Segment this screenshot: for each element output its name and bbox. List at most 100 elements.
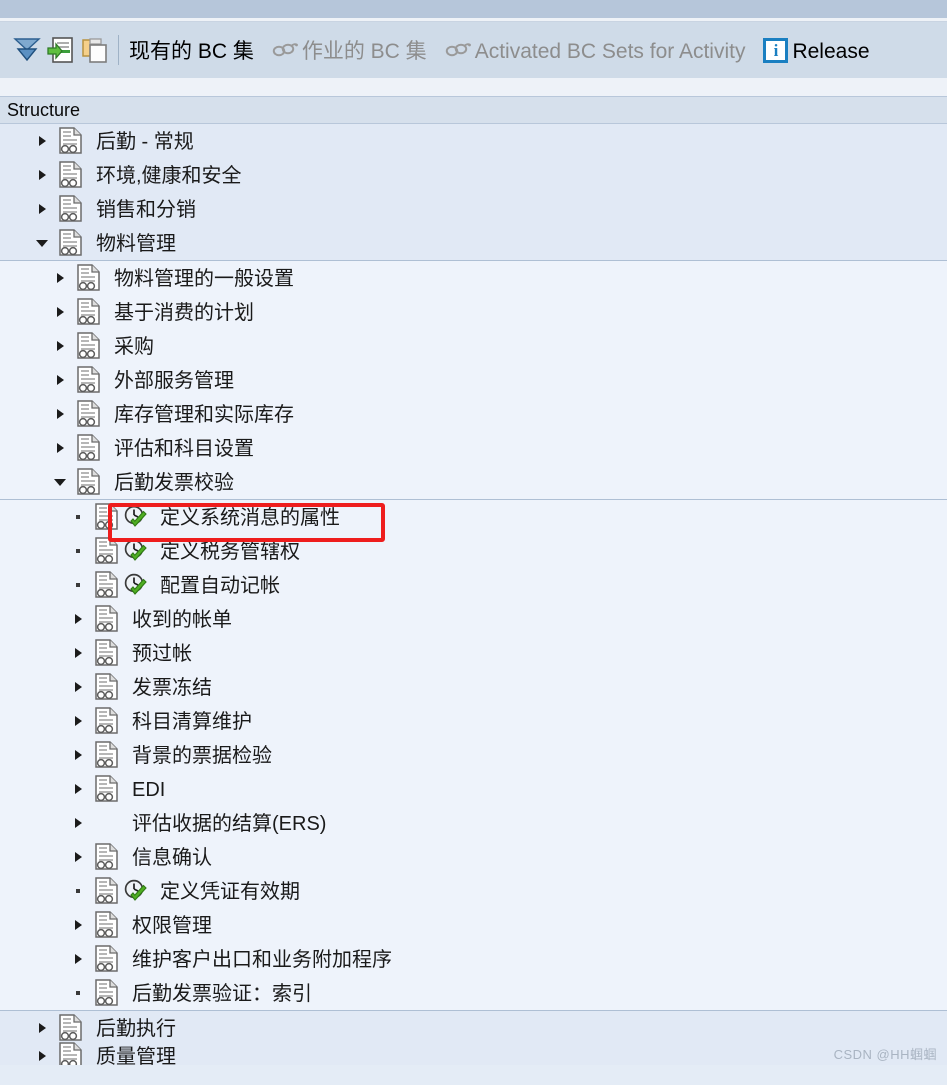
tree-row[interactable]: EDI [0,772,947,806]
expand-arrow-icon[interactable] [70,818,86,828]
tree-row[interactable]: 发票冻结 [0,670,947,704]
csdn-watermark: CSDN @HH蝈蝈 [833,1047,937,1062]
expand-arrow-icon[interactable] [34,1023,50,1033]
tree-row[interactable]: 基于消费的计划 [0,295,947,329]
img-node-document-icon [94,605,120,633]
tree-row[interactable]: 环境,健康和安全 [0,158,947,192]
tree-row-label: 定义系统消息的属性 [160,507,340,529]
tree-row[interactable]: 物料管理的一般设置 [0,261,947,295]
expand-arrow-icon[interactable] [34,170,50,180]
executed-activity-clock-check-icon[interactable] [122,878,148,904]
collapse-arrow-icon[interactable] [52,478,68,486]
img-node-document-icon [76,400,102,428]
expand-arrow-icon[interactable] [70,920,86,930]
structure-column-header[interactable]: Structure [0,96,947,124]
tree-row-label: 定义税务管辖权 [160,541,300,563]
structure-header-title: Structure [7,99,81,120]
tree-row-label: 质量管理 [96,1046,176,1068]
existing-bc-sets-button[interactable]: 现有的 BC 集 [129,39,254,63]
tree-row[interactable]: 后勤 - 常规 [0,124,947,158]
img-node-document-icon [76,366,102,394]
release-notes-button[interactable]: i Release [763,37,870,63]
expand-arrow-icon[interactable] [52,409,68,419]
tree-row[interactable]: 配置自动记帐 [0,568,947,602]
img-node-document-icon [76,298,102,326]
tree-row[interactable]: 背景的票据检验 [0,738,947,772]
active-bc-sets-button[interactable]: 作业的 BC 集 [272,39,427,63]
expand-arrow-icon[interactable] [70,682,86,692]
img-node-document-icon [58,1014,84,1042]
tree-row[interactable]: 外部服务管理 [0,363,947,397]
tree-row-label: 物料管理 [96,233,176,255]
tree-row-label: EDI [132,779,166,801]
active-bc-sets-label: 作业的 BC 集 [301,39,427,63]
executed-activity-clock-check-icon[interactable] [122,572,148,598]
tree-row[interactable]: 后勤发票验证：索引 [0,976,947,1011]
expand-arrow-icon[interactable] [70,852,86,862]
expand-arrow-icon[interactable] [70,750,86,760]
copy-paste-icon[interactable] [78,32,112,68]
tree-row-label: 销售和分销 [96,199,196,221]
document-with-green-arrow-icon[interactable] [44,32,78,68]
tree-row-label: 发票冻结 [132,677,212,699]
expand-arrow-icon[interactable] [52,375,68,385]
tree-row[interactable]: 评估和科目设置 [0,431,947,465]
img-node-document-icon [94,775,120,803]
cut-glyph-right [125,0,129,6]
executed-activity-clock-check-icon[interactable] [122,538,148,564]
collapse-arrow-icon[interactable] [34,239,50,247]
structure-header-gap [0,78,947,96]
tree-row-label: 后勤执行 [96,1018,176,1040]
tree-row[interactable]: 维护客户出口和业务附加程序 [0,942,947,976]
executed-activity-clock-check-icon[interactable] [122,504,148,530]
activated-bc-sets-for-activity-button[interactable]: Activated BC Sets for Activity [445,39,745,62]
tree-row[interactable]: 定义系统消息的属性 [0,500,947,534]
img-node-document-icon [94,639,120,667]
tree-row-label: 后勤发票验证：索引 [132,983,312,1005]
tree-row-label: 后勤发票校验 [114,472,234,494]
img-node-document-icon [94,945,120,973]
tree-row[interactable]: 采购 [0,329,947,363]
expand-arrow-icon[interactable] [52,273,68,283]
tree-row[interactable]: 信息确认 [0,840,947,874]
img-node-document-icon [76,332,102,360]
tree-row-label: 收到的帐单 [132,609,232,631]
expand-arrow-icon[interactable] [34,136,50,146]
info-icon: i [763,37,789,63]
expand-arrow-icon[interactable] [34,204,50,214]
application-toolbar: 现有的 BC 集 作业的 BC 集 Activated BC Sets for … [0,22,947,78]
tree-row[interactable]: 预过帐 [0,636,947,670]
collapse-all-icon[interactable] [10,32,44,68]
tree-row[interactable]: 后勤执行 [0,1011,947,1045]
tree-row[interactable]: 科目清算维护 [0,704,947,738]
expand-arrow-icon[interactable] [52,307,68,317]
existing-bc-sets-label: 现有的 BC 集 [129,39,254,63]
expand-arrow-icon[interactable] [34,1051,50,1061]
tree-row[interactable]: 定义税务管辖权 [0,534,947,568]
tree-row[interactable]: 定义凭证有效期 [0,874,947,908]
expand-arrow-icon[interactable] [52,443,68,453]
expand-arrow-icon[interactable] [70,954,86,964]
expand-arrow-icon[interactable] [70,716,86,726]
leaf-dot-icon [70,549,86,553]
tree-row[interactable]: 物料管理 [0,226,947,261]
tree-row[interactable]: 质量管理 [0,1042,947,1069]
expand-arrow-icon[interactable] [52,341,68,351]
expand-arrow-icon[interactable] [70,614,86,624]
img-structure-tree: 后勤 - 常规 环境,健康和安全销售和分销物料管理物料管理的一般设置 基于消费的计划… [0,124,947,1069]
expand-arrow-icon[interactable] [70,784,86,794]
tree-row[interactable]: 权限管理 [0,908,947,942]
img-node-document-icon [94,877,120,905]
tree-row[interactable]: 销售和分销 [0,192,947,226]
tree-row[interactable]: 收到的帐单 [0,602,947,636]
tree-row[interactable]: 后勤发票校验 [0,465,947,500]
tree-row-label: 权限管理 [132,915,212,937]
tree-row-label: 评估收据的结算(ERS) [132,813,327,835]
tree-row[interactable]: 评估收据的结算(ERS) [0,806,947,840]
img-node-document-icon [94,673,120,701]
tree-row[interactable]: 库存管理和实际库存 [0,397,947,431]
img-node-document-icon [94,911,120,939]
img-node-document-icon [94,537,120,565]
expand-arrow-icon[interactable] [70,648,86,658]
toolbar-divider [118,35,119,65]
